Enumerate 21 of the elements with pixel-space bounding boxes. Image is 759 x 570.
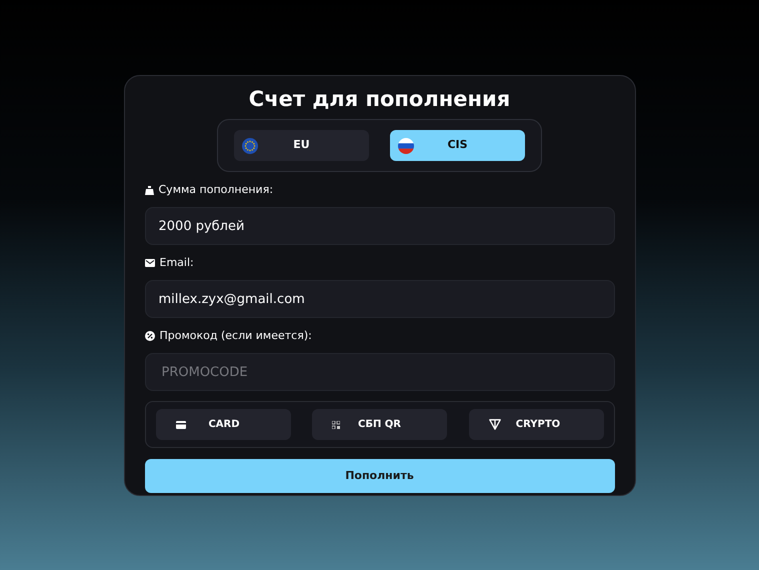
- field-label: Промокод (если имеется):: [160, 328, 312, 344]
- form-title: Счет для пополнения: [248, 86, 512, 113]
- region-tab[interactable]: EU: [234, 130, 369, 161]
- input-field[interactable]: 2000 рублей: [144, 207, 614, 245]
- envelope-icon: [144, 259, 154, 267]
- field-label: Email:: [160, 254, 194, 271]
- field-label: Сумма пополнения:: [158, 182, 274, 198]
- bag-icon: [144, 186, 154, 194]
- region-tab[interactable]: CIS: [390, 130, 525, 161]
- triangle-icon: [488, 419, 500, 430]
- flag-icon: [242, 138, 258, 154]
- input-field[interactable]: millex.zyx@gmail.com: [144, 280, 614, 318]
- payment-method-button[interactable]: CARD: [156, 409, 290, 440]
- flag-icon: [398, 138, 414, 154]
- submit-button[interactable]: Пополнить: [144, 459, 614, 493]
- payment-method-button[interactable]: СБП QR: [312, 409, 447, 440]
- percent-icon: [144, 331, 154, 341]
- card-icon: [176, 420, 186, 428]
- qr-icon: [332, 420, 340, 428]
- input-field[interactable]: PROMOCODE: [144, 353, 614, 391]
- payment-method-button[interactable]: CRYPTO: [468, 409, 604, 440]
